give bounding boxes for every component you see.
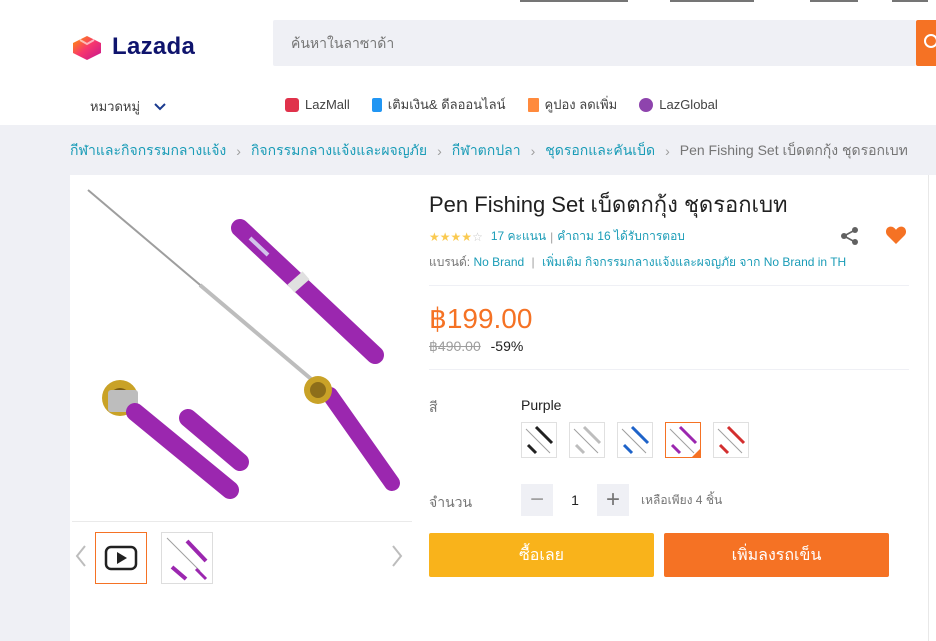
color-swatches xyxy=(521,422,761,458)
star-empty-icon: ☆ xyxy=(472,229,483,244)
color-option-blue[interactable] xyxy=(617,422,653,458)
selected-color-name: Purple xyxy=(521,397,562,413)
brand-separator: | xyxy=(531,255,535,269)
stock-remaining: เหลือเพียง 4 ชิ้น xyxy=(641,492,723,507)
categories-label: หมวดหมู่ xyxy=(90,99,141,114)
product-price: ฿199.00 xyxy=(429,303,533,334)
search-button[interactable] xyxy=(916,20,936,66)
lazmall-icon xyxy=(285,97,299,112)
section-divider xyxy=(429,369,909,370)
color-option-silver[interactable] xyxy=(569,422,605,458)
breadcrumb-separator-icon: › xyxy=(437,143,442,159)
brand-row: แบรนด์: No Brand | เพิ่มเติม กิจกรรมกลาง… xyxy=(429,253,846,272)
more-from-brand-link[interactable]: เพิ่มเติม กิจกรรมกลางแจ้งและผจญภัย จาก N… xyxy=(542,255,846,269)
breadcrumb-item[interactable]: กีฬาตกปลา xyxy=(452,140,521,162)
product-thumbnail-image xyxy=(166,537,208,581)
breadcrumb-separator-icon: › xyxy=(665,143,670,159)
swatch-image xyxy=(717,425,746,455)
brand-label: แบรนด์: xyxy=(429,255,471,269)
quantity-input[interactable] xyxy=(553,484,597,516)
header-nav: LazMall เติมเงิน& ดีลออนไลน์ คูปอง ลดเพิ… xyxy=(285,94,740,115)
rating-stars: ★ ★ ★ ★ ☆ xyxy=(429,231,483,243)
share-icon[interactable] xyxy=(840,226,860,246)
breadcrumb-separator-icon: › xyxy=(236,143,241,159)
quantity-increase-button[interactable]: + xyxy=(597,484,629,516)
top-utility-bar: ▬▬▬▬▬▬▬▬▬ ▬▬▬▬▬▬▬ ▬▬▬▬ ▬▬▬ xyxy=(0,0,936,10)
site-header: Lazada หมวดหมู่ LazMall เติมเงิน& ดีลออน… xyxy=(0,10,936,125)
color-label: สี xyxy=(429,399,438,415)
section-divider xyxy=(429,285,909,286)
quantity-decrease-button[interactable]: − xyxy=(521,484,553,516)
nav-link-lazglobal[interactable]: LazGlobal xyxy=(639,97,718,112)
rating-row: ★ ★ ★ ★ ☆ 17 คะแนน | คำถาม 16 ได้รับการต… xyxy=(429,227,685,246)
chevron-right-icon[interactable] xyxy=(390,544,404,568)
discount-badge: -59% xyxy=(490,338,524,354)
color-option-red[interactable] xyxy=(713,422,749,458)
nav-link-label: LazMall xyxy=(305,97,350,112)
lazada-heart-icon xyxy=(73,36,101,60)
questions-link[interactable]: คำถาม 16 ได้รับการตอบ xyxy=(557,227,685,246)
breadcrumb: กีฬาและกิจกรรมกลางแจ้ง › กิจกรรมกลางแจ้ง… xyxy=(70,140,908,162)
product-main-image[interactable] xyxy=(80,180,410,520)
star-full-icon: ★ xyxy=(439,229,451,244)
star-full-icon: ★ xyxy=(450,229,462,244)
topup-phone-icon xyxy=(371,97,382,112)
breadcrumb-item[interactable]: กิจกรรมกลางแจ้งและผจญภัย xyxy=(251,140,427,162)
play-video-icon xyxy=(104,545,138,571)
nav-link-label: LazGlobal xyxy=(659,97,718,112)
lazada-logo[interactable]: Lazada xyxy=(70,32,195,62)
buy-now-button[interactable]: ซื้อเลย xyxy=(429,533,654,577)
chevron-left-icon[interactable] xyxy=(74,544,88,568)
star-full-icon: ★ xyxy=(429,229,440,244)
quantity-stepper: − + เหลือเพียง 4 ชิ้น xyxy=(521,484,722,516)
plus-icon: + xyxy=(605,486,620,513)
swatch-image xyxy=(573,425,602,455)
ratings-link[interactable]: 17 คะแนน xyxy=(491,227,546,246)
nav-link-lazmall[interactable]: LazMall xyxy=(285,97,350,112)
selected-check-icon xyxy=(691,448,700,457)
thumbnail-image[interactable] xyxy=(161,532,213,584)
chevron-down-icon xyxy=(154,102,166,110)
original-price: ฿490.00 xyxy=(429,338,481,354)
swatch-image xyxy=(525,425,554,455)
rating-separator: | xyxy=(550,229,554,244)
breadcrumb-separator-icon: › xyxy=(530,143,536,159)
thumbnail-video[interactable] xyxy=(95,532,147,584)
nav-link-topup[interactable]: เติมเงิน& ดีลออนไลน์ xyxy=(371,94,506,115)
wishlist-heart-icon[interactable] xyxy=(885,225,907,245)
categories-menu[interactable]: หมวดหมู่ xyxy=(90,96,166,117)
image-thumbnails xyxy=(72,530,412,586)
product-title: Pen Fishing Set เบ็ดตกกุ้ง ชุดรอกเบท xyxy=(429,192,788,217)
color-option-black[interactable] xyxy=(521,422,557,458)
coupon-icon xyxy=(527,97,539,112)
breadcrumb-item[interactable]: กีฬาและกิจกรรมกลางแจ้ง xyxy=(70,140,226,162)
minus-icon: − xyxy=(529,486,544,513)
color-option-purple[interactable] xyxy=(665,422,701,458)
nav-link-label: เติมเงิน& ดีลออนไลน์ xyxy=(387,97,506,112)
breadcrumb-current: Pen Fishing Set เบ็ดตกกุ้ง ชุดรอกเบท xyxy=(679,142,908,158)
nav-link-coupon[interactable]: คูปอง ลดเพิ่ม xyxy=(527,94,618,115)
original-price-row: ฿490.00 -59% xyxy=(429,338,523,355)
star-half-icon: ★ xyxy=(461,229,473,244)
quantity-label: จำนวน xyxy=(429,494,473,510)
swatch-image xyxy=(621,425,650,455)
side-panel-edge xyxy=(928,175,936,641)
search-input[interactable] xyxy=(273,20,916,66)
lazglobal-icon xyxy=(639,97,654,112)
gallery-divider xyxy=(72,521,412,522)
lazada-wordmark: Lazada xyxy=(112,33,196,60)
search-icon xyxy=(924,34,936,48)
search-box xyxy=(273,20,916,66)
breadcrumb-item[interactable]: ชุดรอกและคันเบ็ด xyxy=(545,140,655,162)
brand-link[interactable]: No Brand xyxy=(473,255,524,269)
add-to-cart-button[interactable]: เพิ่มลงรถเข็น xyxy=(664,533,889,577)
nav-link-label: คูปอง ลดเพิ่ม xyxy=(544,97,618,112)
